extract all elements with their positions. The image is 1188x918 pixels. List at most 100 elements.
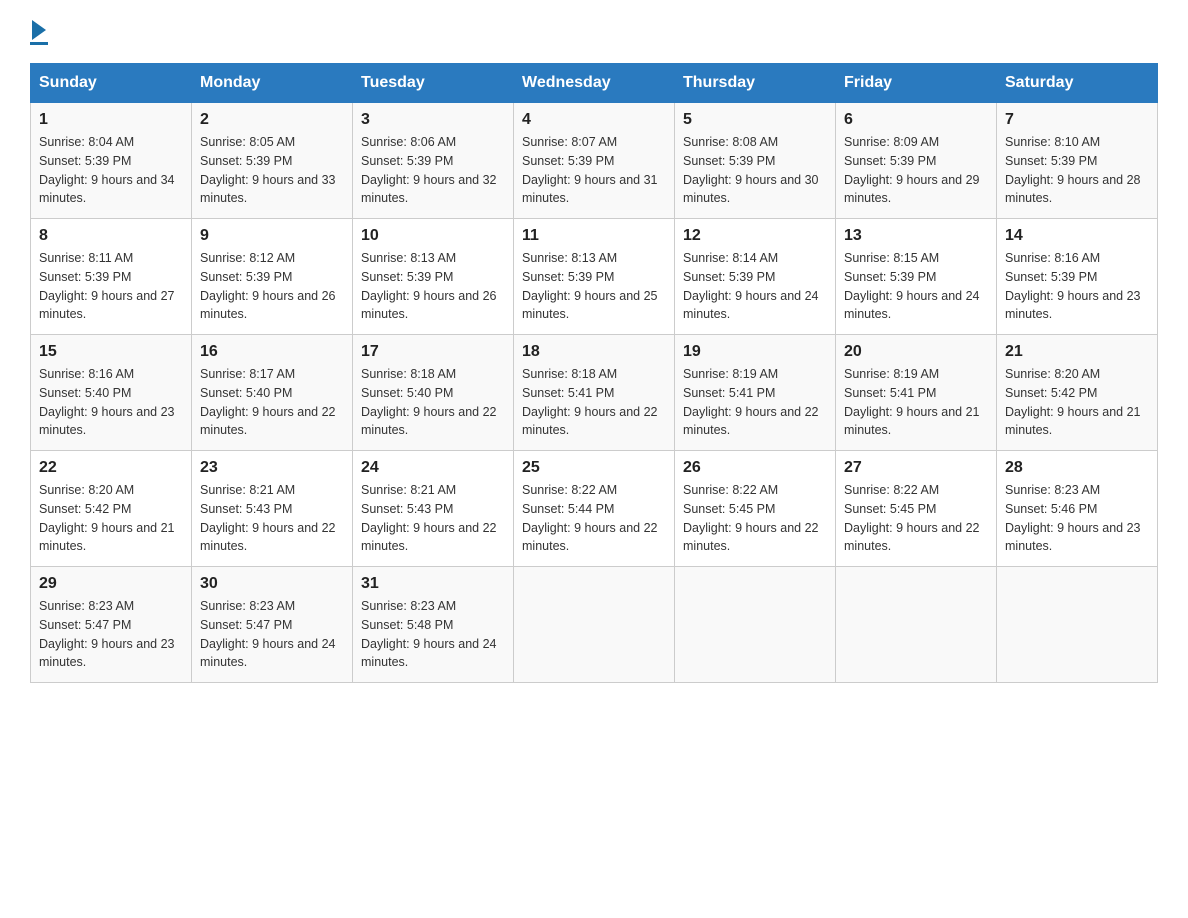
calendar-week-row: 15 Sunrise: 8:16 AM Sunset: 5:40 PM Dayl…	[31, 335, 1158, 451]
calendar-cell: 13 Sunrise: 8:15 AM Sunset: 5:39 PM Dayl…	[836, 219, 997, 335]
day-number: 13	[844, 227, 988, 245]
day-number: 17	[361, 343, 505, 361]
day-info: Sunrise: 8:20 AM Sunset: 5:42 PM Dayligh…	[39, 483, 175, 553]
calendar-cell: 6 Sunrise: 8:09 AM Sunset: 5:39 PM Dayli…	[836, 103, 997, 219]
calendar-cell: 14 Sunrise: 8:16 AM Sunset: 5:39 PM Dayl…	[997, 219, 1158, 335]
day-info: Sunrise: 8:05 AM Sunset: 5:39 PM Dayligh…	[200, 135, 336, 205]
day-info: Sunrise: 8:21 AM Sunset: 5:43 PM Dayligh…	[361, 483, 497, 553]
day-info: Sunrise: 8:22 AM Sunset: 5:45 PM Dayligh…	[844, 483, 980, 553]
day-info: Sunrise: 8:12 AM Sunset: 5:39 PM Dayligh…	[200, 251, 336, 321]
calendar-cell: 29 Sunrise: 8:23 AM Sunset: 5:47 PM Dayl…	[31, 567, 192, 683]
day-number: 22	[39, 459, 183, 477]
page-header	[30, 20, 1158, 45]
day-info: Sunrise: 8:11 AM Sunset: 5:39 PM Dayligh…	[39, 251, 175, 321]
calendar-cell: 17 Sunrise: 8:18 AM Sunset: 5:40 PM Dayl…	[353, 335, 514, 451]
day-info: Sunrise: 8:14 AM Sunset: 5:39 PM Dayligh…	[683, 251, 819, 321]
day-info: Sunrise: 8:22 AM Sunset: 5:44 PM Dayligh…	[522, 483, 658, 553]
calendar-cell: 31 Sunrise: 8:23 AM Sunset: 5:48 PM Dayl…	[353, 567, 514, 683]
calendar-cell: 3 Sunrise: 8:06 AM Sunset: 5:39 PM Dayli…	[353, 103, 514, 219]
day-number: 15	[39, 343, 183, 361]
day-info: Sunrise: 8:06 AM Sunset: 5:39 PM Dayligh…	[361, 135, 497, 205]
day-number: 30	[200, 575, 344, 593]
day-info: Sunrise: 8:04 AM Sunset: 5:39 PM Dayligh…	[39, 135, 175, 205]
day-number: 4	[522, 111, 666, 129]
day-info: Sunrise: 8:21 AM Sunset: 5:43 PM Dayligh…	[200, 483, 336, 553]
calendar-cell: 24 Sunrise: 8:21 AM Sunset: 5:43 PM Dayl…	[353, 451, 514, 567]
day-number: 16	[200, 343, 344, 361]
calendar-cell: 20 Sunrise: 8:19 AM Sunset: 5:41 PM Dayl…	[836, 335, 997, 451]
logo-arrow-icon	[32, 20, 46, 40]
calendar-cell: 22 Sunrise: 8:20 AM Sunset: 5:42 PM Dayl…	[31, 451, 192, 567]
day-number: 11	[522, 227, 666, 245]
day-info: Sunrise: 8:23 AM Sunset: 5:47 PM Dayligh…	[200, 599, 336, 669]
day-info: Sunrise: 8:18 AM Sunset: 5:41 PM Dayligh…	[522, 367, 658, 437]
day-number: 24	[361, 459, 505, 477]
calendar-cell: 26 Sunrise: 8:22 AM Sunset: 5:45 PM Dayl…	[675, 451, 836, 567]
calendar-cell: 12 Sunrise: 8:14 AM Sunset: 5:39 PM Dayl…	[675, 219, 836, 335]
calendar-week-row: 29 Sunrise: 8:23 AM Sunset: 5:47 PM Dayl…	[31, 567, 1158, 683]
day-number: 9	[200, 227, 344, 245]
calendar-cell	[514, 567, 675, 683]
day-number: 27	[844, 459, 988, 477]
calendar-cell: 5 Sunrise: 8:08 AM Sunset: 5:39 PM Dayli…	[675, 103, 836, 219]
weekday-header-tuesday: Tuesday	[353, 64, 514, 103]
calendar-cell: 28 Sunrise: 8:23 AM Sunset: 5:46 PM Dayl…	[997, 451, 1158, 567]
day-info: Sunrise: 8:18 AM Sunset: 5:40 PM Dayligh…	[361, 367, 497, 437]
day-info: Sunrise: 8:16 AM Sunset: 5:40 PM Dayligh…	[39, 367, 175, 437]
day-number: 12	[683, 227, 827, 245]
calendar-cell	[836, 567, 997, 683]
calendar-cell: 4 Sunrise: 8:07 AM Sunset: 5:39 PM Dayli…	[514, 103, 675, 219]
day-number: 19	[683, 343, 827, 361]
day-info: Sunrise: 8:16 AM Sunset: 5:39 PM Dayligh…	[1005, 251, 1141, 321]
calendar-week-row: 22 Sunrise: 8:20 AM Sunset: 5:42 PM Dayl…	[31, 451, 1158, 567]
calendar-cell: 19 Sunrise: 8:19 AM Sunset: 5:41 PM Dayl…	[675, 335, 836, 451]
day-info: Sunrise: 8:17 AM Sunset: 5:40 PM Dayligh…	[200, 367, 336, 437]
weekday-header-row: SundayMondayTuesdayWednesdayThursdayFrid…	[31, 64, 1158, 103]
calendar-cell	[675, 567, 836, 683]
day-number: 23	[200, 459, 344, 477]
day-info: Sunrise: 8:09 AM Sunset: 5:39 PM Dayligh…	[844, 135, 980, 205]
day-number: 29	[39, 575, 183, 593]
calendar-cell: 25 Sunrise: 8:22 AM Sunset: 5:44 PM Dayl…	[514, 451, 675, 567]
day-number: 5	[683, 111, 827, 129]
logo	[30, 20, 48, 45]
day-info: Sunrise: 8:10 AM Sunset: 5:39 PM Dayligh…	[1005, 135, 1141, 205]
day-info: Sunrise: 8:19 AM Sunset: 5:41 PM Dayligh…	[844, 367, 980, 437]
weekday-header-friday: Friday	[836, 64, 997, 103]
calendar-cell: 9 Sunrise: 8:12 AM Sunset: 5:39 PM Dayli…	[192, 219, 353, 335]
calendar-table: SundayMondayTuesdayWednesdayThursdayFrid…	[30, 63, 1158, 683]
day-number: 1	[39, 111, 183, 129]
day-number: 26	[683, 459, 827, 477]
weekday-header-thursday: Thursday	[675, 64, 836, 103]
day-number: 18	[522, 343, 666, 361]
weekday-header-wednesday: Wednesday	[514, 64, 675, 103]
day-number: 7	[1005, 111, 1149, 129]
calendar-cell: 18 Sunrise: 8:18 AM Sunset: 5:41 PM Dayl…	[514, 335, 675, 451]
day-number: 8	[39, 227, 183, 245]
day-info: Sunrise: 8:20 AM Sunset: 5:42 PM Dayligh…	[1005, 367, 1141, 437]
day-info: Sunrise: 8:15 AM Sunset: 5:39 PM Dayligh…	[844, 251, 980, 321]
day-number: 3	[361, 111, 505, 129]
calendar-cell	[997, 567, 1158, 683]
logo-underline	[30, 42, 48, 45]
calendar-cell: 7 Sunrise: 8:10 AM Sunset: 5:39 PM Dayli…	[997, 103, 1158, 219]
calendar-cell: 2 Sunrise: 8:05 AM Sunset: 5:39 PM Dayli…	[192, 103, 353, 219]
calendar-cell: 30 Sunrise: 8:23 AM Sunset: 5:47 PM Dayl…	[192, 567, 353, 683]
day-number: 10	[361, 227, 505, 245]
day-info: Sunrise: 8:13 AM Sunset: 5:39 PM Dayligh…	[522, 251, 658, 321]
day-number: 28	[1005, 459, 1149, 477]
day-info: Sunrise: 8:08 AM Sunset: 5:39 PM Dayligh…	[683, 135, 819, 205]
weekday-header-sunday: Sunday	[31, 64, 192, 103]
day-info: Sunrise: 8:23 AM Sunset: 5:47 PM Dayligh…	[39, 599, 175, 669]
day-number: 6	[844, 111, 988, 129]
day-number: 31	[361, 575, 505, 593]
weekday-header-monday: Monday	[192, 64, 353, 103]
calendar-cell: 27 Sunrise: 8:22 AM Sunset: 5:45 PM Dayl…	[836, 451, 997, 567]
day-number: 21	[1005, 343, 1149, 361]
day-number: 2	[200, 111, 344, 129]
calendar-week-row: 8 Sunrise: 8:11 AM Sunset: 5:39 PM Dayli…	[31, 219, 1158, 335]
day-info: Sunrise: 8:07 AM Sunset: 5:39 PM Dayligh…	[522, 135, 658, 205]
day-number: 20	[844, 343, 988, 361]
calendar-cell: 10 Sunrise: 8:13 AM Sunset: 5:39 PM Dayl…	[353, 219, 514, 335]
calendar-cell: 23 Sunrise: 8:21 AM Sunset: 5:43 PM Dayl…	[192, 451, 353, 567]
